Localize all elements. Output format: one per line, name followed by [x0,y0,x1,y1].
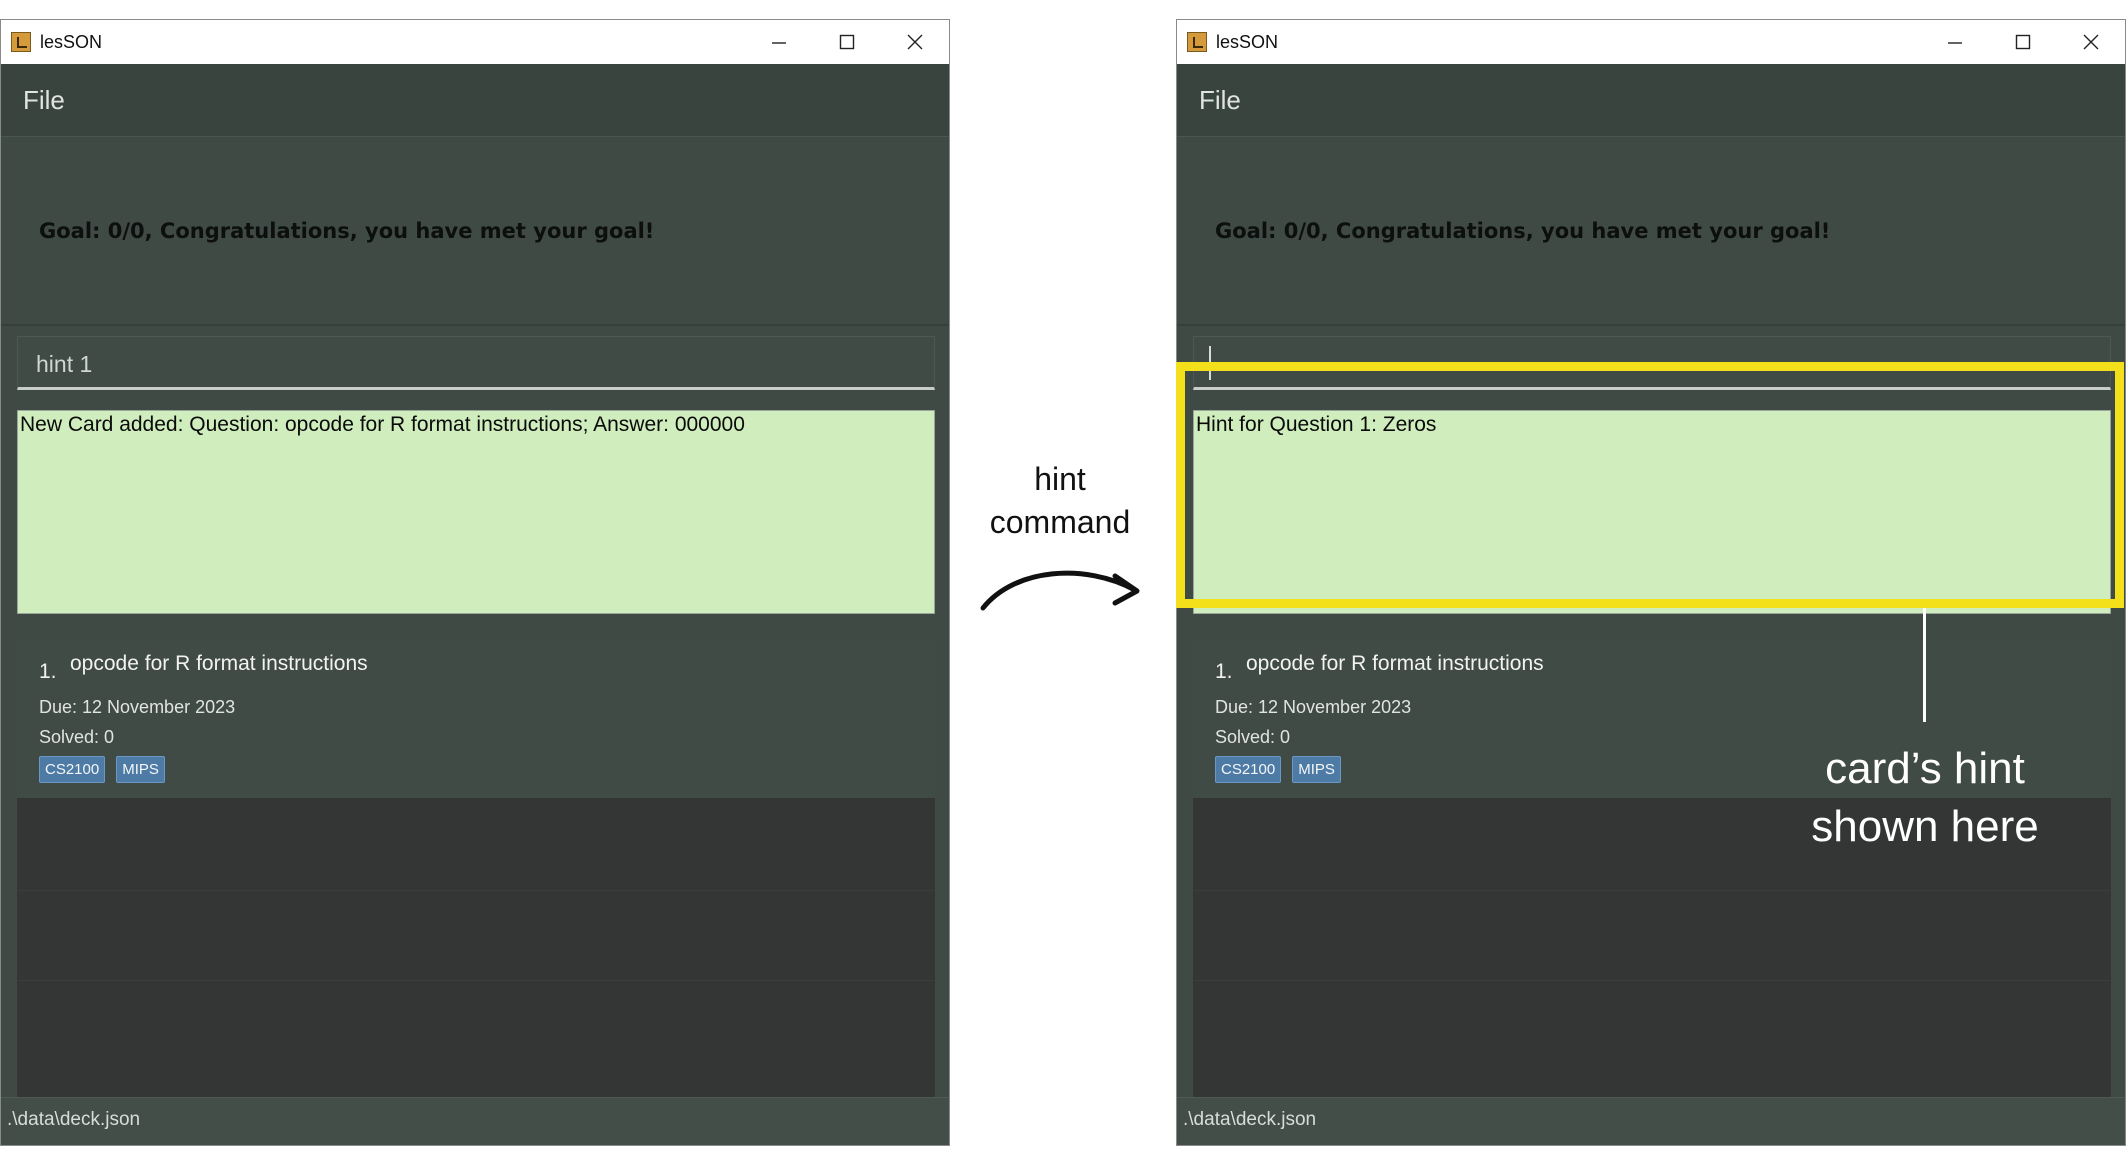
minimize-icon [772,42,786,44]
list-divider [1193,890,2111,891]
card-due-date: Due: 12 November 2023 [39,697,236,717]
callout-label-line2: shown here [1811,802,2039,851]
goal-pane: Goal: 0/0, Congratulations, you have met… [1177,136,2125,326]
card-list[interactable]: 1. opcode for R format instructions Due:… [1193,640,2111,1106]
menu-file[interactable]: File [23,85,65,116]
transition-label: hint command [975,458,1145,544]
maximize-button[interactable] [813,20,881,64]
status-bar: .\data\deck.json [1177,1097,2125,1145]
menu-file[interactable]: File [1199,85,1241,116]
status-file-path: .\data\deck.json [1183,1109,1317,1130]
goal-text: Goal: 0/0, Congratulations, you have met… [39,219,655,243]
result-display: New Card added: Question: opcode for R f… [17,410,935,614]
callout-label-line1: card’s hint [1825,744,2025,793]
card-list[interactable]: 1. opcode for R format instructions Due:… [17,640,935,1106]
close-icon [2083,34,2099,50]
command-input[interactable]: hint 1 [17,336,935,390]
transition-label-line1: hint [1034,461,1086,497]
maximize-button[interactable] [1989,20,2057,64]
list-divider [17,980,935,981]
app-icon [11,32,31,52]
menu-bar: File [1,64,949,136]
result-highlight-box [1176,362,2124,608]
curved-arrow-icon [980,570,1140,611]
card-index: 1. [1215,660,1233,683]
goal-pane: Goal: 0/0, Congratulations, you have met… [1,136,949,326]
status-bar: .\data\deck.json [1,1097,949,1145]
close-button[interactable] [881,20,949,64]
title-bar: lesSON [1177,20,2125,64]
card-question: opcode for R format instructions [1246,652,1544,675]
card-question: opcode for R format instructions [70,652,368,675]
maximize-icon [839,34,855,50]
card-solved-count: Solved: 0 [39,727,115,747]
title-bar: lesSON [1,20,949,64]
result-text: New Card added: Question: opcode for R f… [20,413,745,436]
app-icon [1187,32,1207,52]
minimize-button[interactable] [745,20,813,64]
card-item[interactable]: 1. opcode for R format instructions Due:… [17,640,935,798]
tag-badge: MIPS [1292,756,1341,783]
callout-label: card’s hint shown here [1780,740,2070,856]
card-index: 1. [39,660,57,683]
status-file-path: .\data\deck.json [7,1109,141,1130]
card-due-date: Due: 12 November 2023 [1215,697,1412,717]
maximize-icon [2015,34,2031,50]
command-input-value: hint 1 [36,351,93,377]
app-window-before: lesSON File Goal: 0/0, Congratulations, … [0,19,950,1146]
menu-bar: File [1177,64,2125,136]
tag-badge: MIPS [116,756,165,783]
minimize-icon [1948,42,1962,44]
transition-label-line2: command [989,504,1131,540]
close-icon [907,34,923,50]
tag-badge: CS2100 [39,756,106,783]
window-title: lesSON [40,31,103,52]
callout-pointer-line [1923,608,1926,722]
card-solved-count: Solved: 0 [1215,727,1291,747]
card-tags: CS2100 MIPS [1215,756,1341,783]
tag-badge: CS2100 [1215,756,1282,783]
goal-text: Goal: 0/0, Congratulations, you have met… [1215,219,1831,243]
card-tags: CS2100 MIPS [39,756,165,783]
window-title: lesSON [1216,31,1279,52]
close-button[interactable] [2057,20,2125,64]
list-divider [1193,980,2111,981]
list-divider [17,890,935,891]
minimize-button[interactable] [1921,20,1989,64]
